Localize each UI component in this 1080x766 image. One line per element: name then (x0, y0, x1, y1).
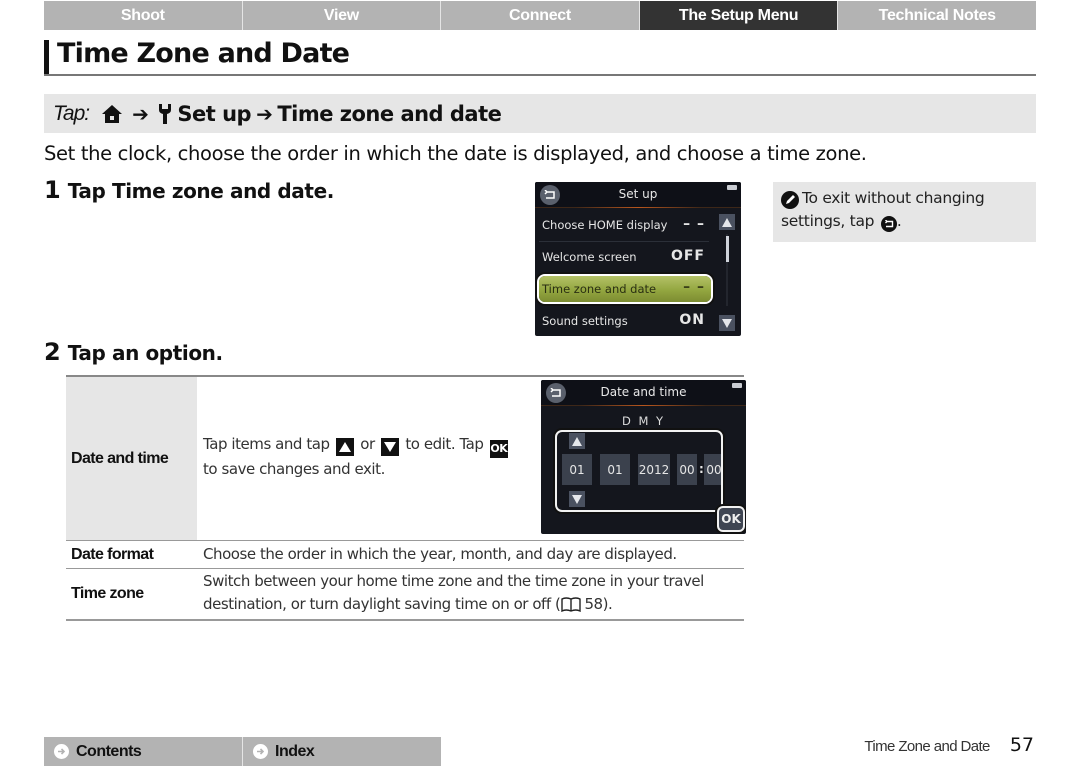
pencil-icon (781, 191, 799, 209)
date-time-screenshot: Date and time D M Y 01 01 2012 00 : 00 O… (541, 380, 746, 534)
desc-text: to save changes and exit. (203, 459, 385, 478)
option-name: Time zone (71, 585, 144, 602)
setup-menu-screenshot: Set up Choose HOME display – – Welcome s… (535, 182, 741, 336)
menu-item-selected: Time zone and date – – (539, 276, 711, 302)
screen-header: Date and time (541, 380, 746, 406)
menu-item-label: Choose HOME display (542, 218, 668, 232)
menu-item: Choose HOME display – – (535, 209, 715, 241)
menu-item-value: – – (683, 279, 705, 295)
contents-label: Contents (76, 742, 142, 760)
back-icon (880, 216, 897, 232)
note-box: To exit without changing settings, tap . (773, 182, 1036, 242)
up-arrow-icon (335, 438, 354, 456)
step-prefix: Tap (67, 179, 106, 203)
tab-setup-menu[interactable]: The Setup Menu (639, 1, 839, 30)
desc-text: Tap items and tap (203, 435, 330, 453)
index-label: Index (275, 742, 315, 760)
year-field: 2012 (638, 454, 670, 485)
option-name: Date and time (66, 377, 197, 540)
section-name: Time Zone and Date (864, 738, 990, 755)
menu-item-label: Sound settings (542, 314, 628, 328)
menu-item-value: ON (679, 312, 705, 328)
menu-item: Welcome screen OFF (535, 241, 715, 273)
desc-text: ). (602, 594, 613, 613)
arrow-right-circle-icon (54, 744, 69, 759)
desc-text: Switch between your home time zone and t… (203, 571, 704, 613)
page-title-block: Time Zone and Date (44, 38, 1036, 76)
page-ref-link[interactable]: 58 (584, 595, 603, 613)
ok-icon: OK (489, 439, 508, 458)
step-prefix: Tap (67, 341, 106, 365)
scroll-thumb (726, 236, 729, 262)
ok-button-image: OK (719, 508, 743, 530)
minute-field: 00 (704, 454, 721, 485)
battery-icon (727, 185, 737, 190)
screen-title: Set up (618, 187, 658, 201)
step-number: 1 (44, 176, 61, 204)
arrow-icon: ➔ (132, 101, 149, 126)
tab-view[interactable]: View (242, 1, 442, 30)
title-accent-bar (44, 40, 49, 74)
option-description: Switch between your home time zone and t… (197, 569, 744, 619)
menu-item-value: OFF (670, 248, 705, 264)
tap-label: Tap: (53, 101, 90, 125)
step-text: an option. (111, 341, 223, 365)
top-nav: Shoot View Connect The Setup Menu Techni… (44, 1, 1036, 30)
tab-connect[interactable]: Connect (441, 1, 640, 30)
battery-icon (732, 383, 742, 388)
hour-field: 00 (677, 454, 697, 485)
contents-link[interactable]: Contents (44, 737, 243, 766)
step-number: 2 (44, 338, 61, 366)
note-end: . (896, 212, 902, 230)
option-description: Choose the order in which the year, mont… (203, 545, 677, 563)
date-edit-frame: 01 01 2012 00 : 00 (555, 430, 723, 512)
increment-up-icon (569, 433, 585, 449)
decrement-down-icon (569, 491, 585, 507)
scroll-up-icon (719, 214, 735, 230)
desc-text: or (360, 435, 375, 453)
home-icon (101, 104, 123, 124)
option-name: Date format (71, 545, 154, 563)
option-description: Tap items and tap or to edit. Tap OK to … (197, 377, 527, 540)
arrow-icon: ➔ (256, 101, 273, 126)
step-1: 1 Tap Time zone and date. (44, 176, 334, 204)
tap-path-setup: Set up (177, 101, 252, 126)
screen-title: Date and time (600, 385, 687, 399)
down-arrow-icon (381, 438, 400, 456)
tab-shoot[interactable]: Shoot (44, 1, 243, 30)
wrench-icon (157, 103, 173, 125)
day-field: 01 (562, 454, 592, 485)
book-icon (561, 596, 582, 619)
step-2: 2 Tap an option. (44, 338, 223, 366)
arrow-right-circle-icon (253, 744, 268, 759)
screen-header: Set up (535, 182, 741, 208)
scroll-down-icon (719, 315, 735, 331)
tap-path-time-zone: Time zone and date (277, 101, 502, 126)
menu-item-label: Welcome screen (542, 250, 637, 264)
menu-item-value: – – (683, 216, 705, 232)
menu-item: Sound settings ON (535, 305, 715, 336)
page-footer: Time Zone and Date 57 (864, 734, 1034, 756)
month-field: 01 (600, 454, 630, 485)
table-row: Time zone Switch between your home time … (66, 569, 744, 621)
footer-nav: Contents Index (44, 737, 441, 766)
table-row: Date format Choose the order in which th… (66, 541, 744, 569)
page-number: 57 (1009, 734, 1034, 756)
tab-technical-notes[interactable]: Technical Notes (838, 1, 1036, 30)
step-text: Time zone and date. (111, 179, 334, 203)
tap-path: Tap: ➔ Set up ➔ Time zone and date (44, 94, 1036, 133)
index-link[interactable]: Index (243, 737, 441, 766)
intro-text: Set the clock, choose the order in which… (44, 142, 867, 165)
desc-text: to edit. Tap (405, 435, 484, 453)
menu-item-label: Time zone and date (542, 282, 657, 296)
date-format-label: D M Y (621, 414, 666, 428)
page-title: Time Zone and Date (57, 38, 350, 69)
